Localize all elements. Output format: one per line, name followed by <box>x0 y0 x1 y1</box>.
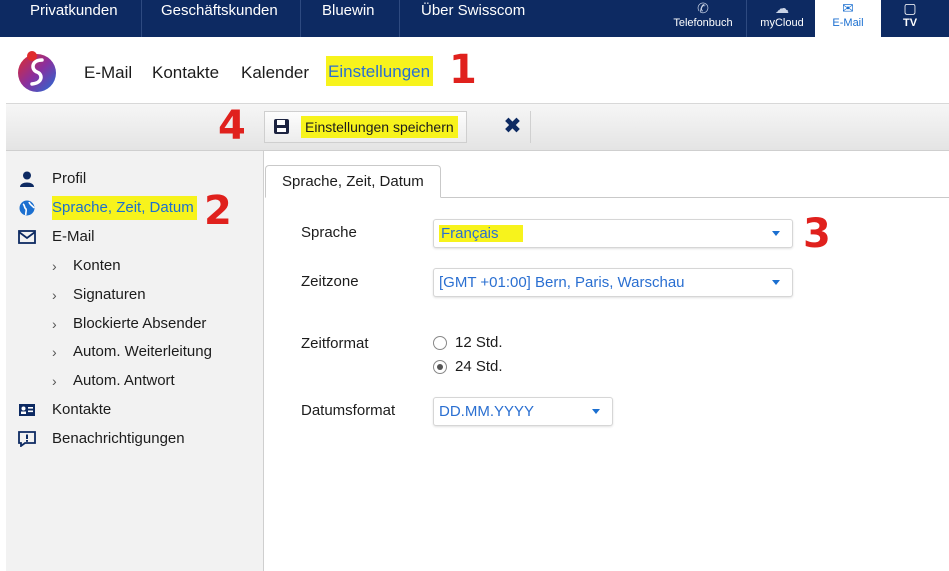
swisscom-logo[interactable] <box>16 47 58 95</box>
toolbar: 4 Einstellungen speichern ✖ <box>6 103 949 151</box>
language-select[interactable]: Français <box>433 219 793 248</box>
sidebar-subitem-autom-antwort[interactable]: › Autom. Antwort <box>6 369 246 393</box>
close-icon: ✖ <box>503 113 522 138</box>
sidebar-item-label: E-Mail <box>52 228 95 245</box>
sidebar-item-label: Autom. Antwort <box>73 372 175 389</box>
nav-divider <box>300 0 301 37</box>
mail-icon: ✉ <box>842 0 854 16</box>
app-nav-kalender[interactable]: Kalender <box>241 63 309 83</box>
radio-button-selected[interactable] <box>433 360 447 374</box>
sidebar-item-label: Benachrichtigungen <box>52 430 185 447</box>
settings-sidebar: Profil Sprache, Zeit, Datum 2 E-Mail › K… <box>6 151 264 571</box>
nav-divider <box>746 0 747 37</box>
chevron-right-icon: › <box>52 344 57 360</box>
nav-privatkunden[interactable]: Privatkunden <box>30 0 118 37</box>
mail-icon <box>18 230 36 244</box>
timezone-value: [GMT +01:00] Bern, Paris, Warschau <box>439 274 685 291</box>
service-email[interactable]: ✉ E-Mail <box>815 0 881 37</box>
timeformat-label: Zeitformat <box>301 335 369 352</box>
service-label: E-Mail <box>832 17 864 29</box>
sidebar-item-label: Blockierte Absender <box>73 315 207 332</box>
nav-ueber-swisscom[interactable]: Über Swisscom <box>421 0 525 37</box>
annotation-marker-3: 3 <box>803 211 831 257</box>
chevron-down-icon <box>772 280 780 285</box>
sidebar-subitem-signaturen[interactable]: › Signaturen <box>6 283 246 307</box>
nav-bluewin[interactable]: Bluewin <box>322 0 375 37</box>
nav-geschaeftskunden[interactable]: Geschäftskunden <box>161 0 278 37</box>
radio-button[interactable] <box>433 336 447 350</box>
close-button[interactable]: ✖ <box>495 111 531 143</box>
chevron-down-icon <box>592 409 600 414</box>
app-nav-kontakte[interactable]: Kontakte <box>152 63 219 83</box>
cloud-icon: ☁ <box>775 0 789 16</box>
phone-icon: ✆ <box>697 0 709 16</box>
notification-icon <box>18 431 36 447</box>
timezone-label: Zeitzone <box>301 273 359 290</box>
save-settings-button[interactable]: Einstellungen speichern <box>264 111 467 143</box>
chevron-right-icon: › <box>52 373 57 389</box>
sidebar-item-kontakte[interactable]: Kontakte <box>6 398 246 422</box>
annotation-marker-4: 4 <box>218 103 246 149</box>
service-label: Telefonbuch <box>673 17 733 29</box>
timeformat-radio-24h[interactable]: 24 Std. <box>433 356 553 378</box>
service-telefonbuch[interactable]: ✆ Telefonbuch <box>668 0 738 37</box>
radio-label: 24 Std. <box>455 358 503 375</box>
sidebar-item-label: Kontakte <box>52 401 112 418</box>
save-disk-icon <box>274 119 289 134</box>
timeformat-radio-12h[interactable]: 12 Std. <box>433 332 553 354</box>
language-value: Français <box>439 225 523 242</box>
dateformat-label: Datumsformat <box>301 402 396 419</box>
app-nav-email[interactable]: E-Mail <box>84 63 132 83</box>
app-bar: E-Mail Kontakte Kalender Einstellungen 1 <box>0 37 949 103</box>
contact-card-icon <box>19 404 35 416</box>
annotation-marker-1: 1 <box>449 47 477 93</box>
nav-divider <box>141 0 142 37</box>
globe-icon <box>19 200 35 216</box>
user-icon <box>20 171 34 187</box>
timezone-select[interactable]: [GMT +01:00] Bern, Paris, Warschau <box>433 268 793 297</box>
chevron-down-icon <box>772 231 780 236</box>
sidebar-item-label: Profil <box>52 170 87 187</box>
sidebar-subitem-konten[interactable]: › Konten <box>6 254 246 278</box>
save-button-label: Einstellungen speichern <box>301 116 458 138</box>
sidebar-item-email[interactable]: E-Mail <box>6 225 246 249</box>
language-label: Sprache <box>301 224 357 241</box>
tab-sprache-zeit-datum[interactable]: Sprache, Zeit, Datum <box>265 165 441 198</box>
tv-icon: ▢ <box>903 0 917 16</box>
sidebar-item-label: Autom. Weiterleitung <box>73 343 212 360</box>
top-navigation: Privatkunden Geschäftskunden Bluewin Übe… <box>0 0 949 37</box>
sidebar-item-label: Signaturen <box>73 286 146 303</box>
dateformat-value: DD.MM.YYYY <box>439 403 535 420</box>
service-label: myCloud <box>760 17 804 29</box>
service-mycloud[interactable]: ☁ myCloud <box>754 0 810 37</box>
chevron-right-icon: › <box>52 258 57 274</box>
sidebar-subitem-blockierte-absender[interactable]: › Blockierte Absender <box>6 312 246 336</box>
sidebar-item-benachrichtigungen[interactable]: Benachrichtigungen <box>6 427 246 451</box>
sidebar-item-label: Konten <box>73 257 121 274</box>
dateformat-select[interactable]: DD.MM.YYYY <box>433 397 613 426</box>
chevron-right-icon: › <box>52 316 57 332</box>
settings-content: Sprache, Zeit, Datum Sprache Français 3 … <box>265 151 949 571</box>
radio-label: 12 Std. <box>455 334 503 351</box>
app-nav-einstellungen[interactable]: Einstellungen <box>326 56 434 86</box>
sidebar-item-label: Sprache, Zeit, Datum <box>52 196 197 220</box>
service-label: TV <box>902 17 918 29</box>
sidebar-subitem-autom-weiterleitung[interactable]: › Autom. Weiterleitung <box>6 340 246 364</box>
nav-divider <box>399 0 400 37</box>
chevron-right-icon: › <box>52 287 57 303</box>
service-tv[interactable]: ▢ TV <box>885 0 935 37</box>
